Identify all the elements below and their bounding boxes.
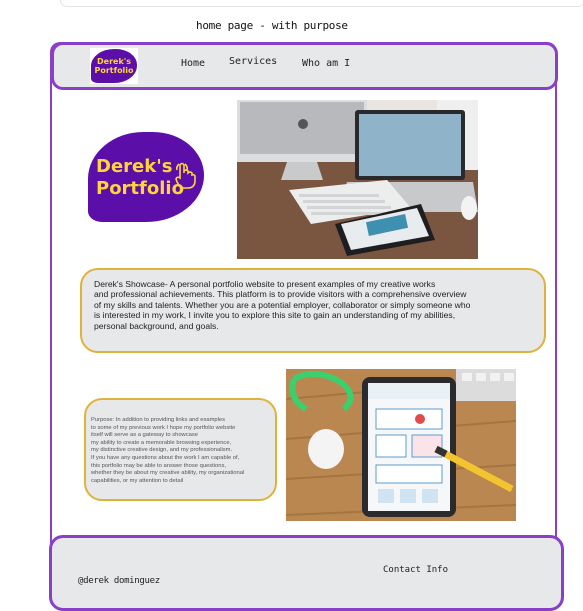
hero-logo: Derek's Portfolio: [88, 132, 204, 222]
desk-computers-image: [237, 100, 478, 259]
nav-logo[interactable]: Derek's Portfolio: [90, 48, 138, 84]
hero-logo-text: Derek's Portfolio: [96, 156, 184, 199]
showcase-text: Derek's Showcase- A personal portfolio w…: [94, 279, 471, 331]
footer: @derek dominguez Contact Info: [49, 535, 564, 611]
nav-logo-text: Derek's Portfolio: [94, 57, 134, 75]
tablet-sketch-image: [286, 369, 516, 521]
browser-top-strip: [60, 0, 583, 7]
pointing-hand-icon: [175, 162, 196, 189]
footer-author: @derek dominguez: [78, 576, 160, 586]
nav-link-home[interactable]: Home: [181, 58, 205, 69]
purpose-text: Purpose: In addition to providing links …: [91, 417, 245, 484]
purpose-panel: Purpose: In addition to providing links …: [84, 398, 277, 501]
contact-info-link[interactable]: Contact Info: [383, 565, 448, 575]
nav-link-services[interactable]: Services: [229, 56, 277, 67]
navbar: Derek's Portfolio Home Services Who am I: [51, 42, 558, 90]
page-caption: home page - with purpose: [196, 19, 348, 32]
showcase-panel: Derek's Showcase- A personal portfolio w…: [80, 268, 546, 353]
nav-logo-badge: Derek's Portfolio: [91, 49, 137, 83]
nav-link-who-am-i[interactable]: Who am I: [302, 58, 350, 69]
